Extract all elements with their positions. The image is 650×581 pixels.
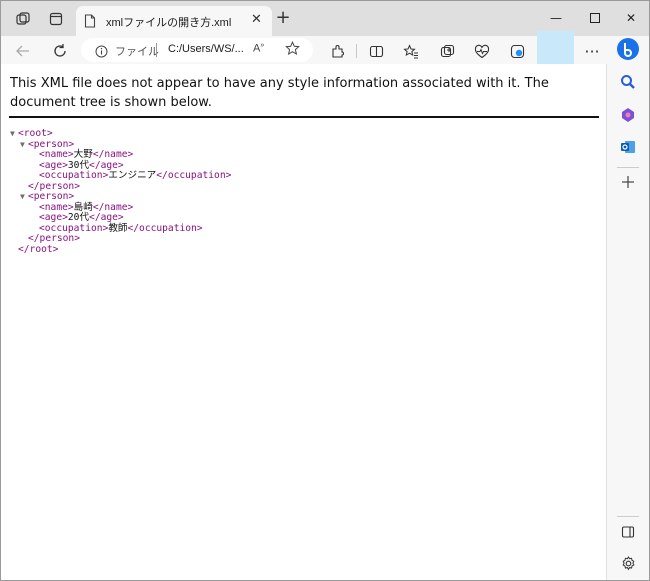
- sidebar-separator: [617, 167, 639, 168]
- address-scheme-label: ファイル: [115, 46, 159, 58]
- search-icon[interactable]: [618, 72, 638, 92]
- split-screen-icon[interactable]: [365, 40, 387, 62]
- edge-sidebar: [606, 38, 649, 580]
- active-tab[interactable]: xmlファイルの開き方.xml ✕: [76, 6, 272, 36]
- minimize-button[interactable]: —: [546, 8, 566, 28]
- profile-highlight[interactable]: [537, 31, 574, 67]
- tab-close-button[interactable]: ✕: [251, 12, 262, 27]
- address-bar[interactable]: ファイル C:/Users/WS/... A»: [81, 38, 313, 62]
- address-url[interactable]: C:/Users/WS/...: [168, 43, 244, 55]
- collapse-arrow-icon[interactable]: ▼: [10, 129, 18, 140]
- favorites-icon[interactable]: [400, 40, 422, 62]
- collapse-arrow-icon[interactable]: ▼: [20, 140, 28, 151]
- collections-icon[interactable]: [436, 40, 458, 62]
- read-aloud-icon[interactable]: A»: [253, 42, 264, 55]
- new-tab-button[interactable]: +: [273, 8, 293, 28]
- xml-tree: ▼ <root> ▼ <person> <name>大野</name> <age>3…: [10, 128, 231, 255]
- maximize-button[interactable]: [585, 8, 605, 28]
- info-icon[interactable]: [95, 43, 108, 62]
- favorite-star-icon[interactable]: [285, 40, 300, 60]
- shopping-icon[interactable]: [618, 105, 638, 125]
- back-icon[interactable]: [12, 40, 34, 62]
- collapse-arrow-icon[interactable]: ▼: [20, 192, 28, 203]
- page-content: This XML file does not appear to have an…: [1, 64, 606, 580]
- hide-sidebar-icon[interactable]: [618, 522, 638, 542]
- address-separator: [156, 43, 157, 57]
- extensions-icon[interactable]: [326, 40, 348, 62]
- no-style-notice: This XML file does not appear to have an…: [10, 76, 549, 110]
- more-options-button[interactable]: ···: [581, 40, 603, 62]
- tab-title: xmlファイルの開き方.xml: [106, 17, 232, 29]
- xml-root-close: </root>: [18, 243, 59, 255]
- edge-feature-icon[interactable]: [506, 40, 528, 62]
- file-icon: [84, 13, 96, 32]
- refresh-icon[interactable]: [49, 40, 71, 62]
- notice-divider: [9, 116, 599, 118]
- tab-actions-icon[interactable]: [46, 9, 66, 29]
- toolbar-separator: [356, 44, 357, 58]
- workspaces-icon[interactable]: [13, 9, 33, 29]
- close-window-button[interactable]: ✕: [621, 8, 641, 28]
- browser-window: xmlファイルの開き方.xml ✕ + — ✕ ファイル C:/Users/WS…: [0, 0, 650, 581]
- copilot-icon[interactable]: [616, 37, 640, 61]
- add-sidebar-app-icon[interactable]: [618, 172, 638, 192]
- sidebar-separator: [617, 516, 639, 517]
- browser-essentials-icon[interactable]: [471, 40, 493, 62]
- sidebar-settings-icon[interactable]: [618, 553, 638, 573]
- outlook-icon[interactable]: [618, 137, 638, 157]
